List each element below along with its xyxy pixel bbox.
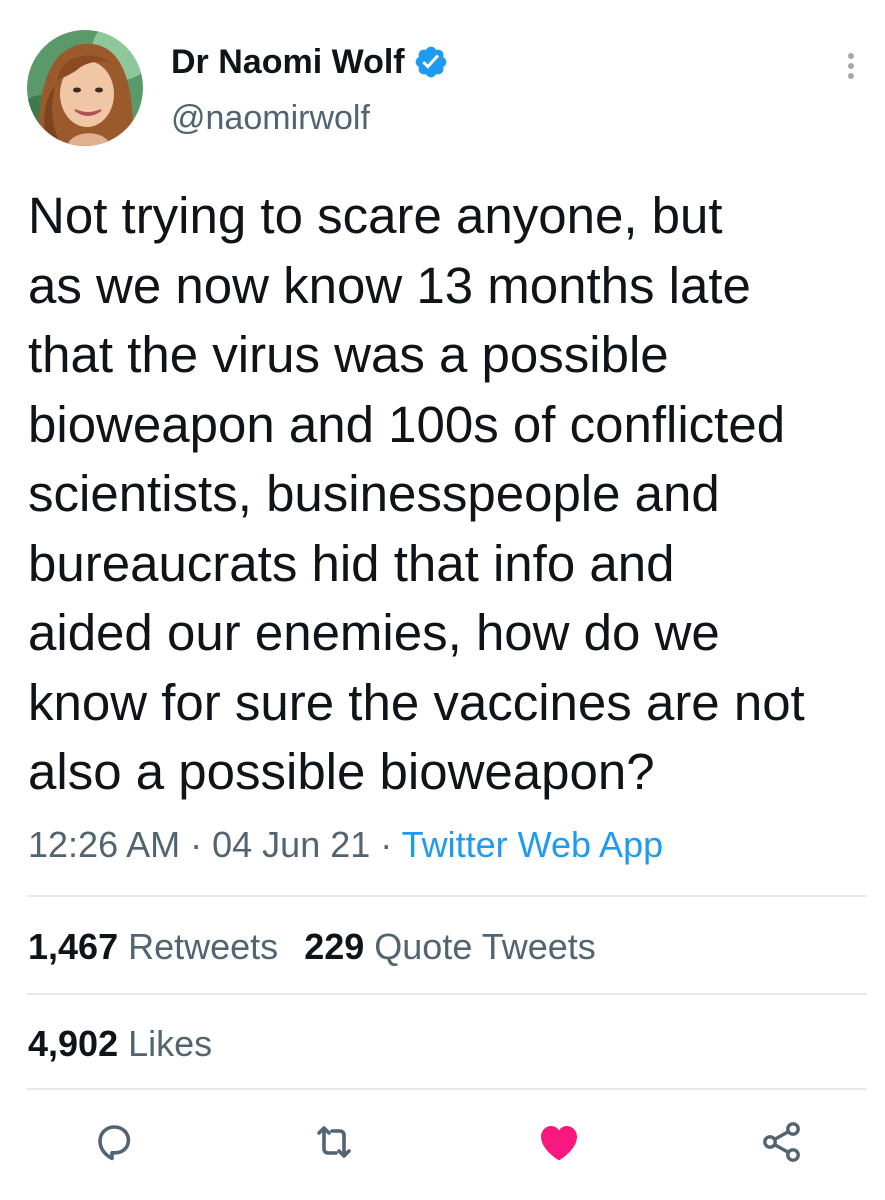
likes-stat[interactable]: 4,902 Likes [28, 1021, 212, 1067]
quote-tweets-stat[interactable]: 229 Quote Tweets [304, 926, 596, 967]
tweet-source-link[interactable]: Twitter Web App [402, 824, 663, 865]
likes-count: 4,902 [28, 1023, 119, 1064]
quote-tweets-label: Quote Tweets [374, 926, 596, 967]
reply-icon[interactable] [90, 1118, 138, 1166]
retweets-label: Retweets [128, 926, 279, 967]
engagement-stats-row: 1,467 Retweets 229 Quote Tweets [28, 924, 596, 970]
tweet-date[interactable]: 04 Jun 21 [212, 824, 370, 865]
quote-tweets-count: 229 [304, 926, 365, 967]
meta-separator: · [380, 824, 393, 865]
more-options-icon[interactable] [837, 48, 865, 84]
author-display-name[interactable]: Dr Naomi Wolf [171, 42, 449, 82]
verified-badge-icon [413, 44, 449, 80]
meta-separator: · [190, 824, 203, 865]
avatar[interactable] [27, 30, 143, 146]
tweet-text: Not trying to scare anyone, but as we no… [28, 187, 805, 800]
tweet-time[interactable]: 12:26 AM [28, 824, 180, 865]
retweets-stat[interactable]: 1,467 Retweets [28, 926, 278, 967]
divider [27, 1088, 867, 1090]
heart-icon[interactable] [535, 1118, 583, 1166]
share-icon[interactable] [758, 1118, 806, 1166]
tweet-card: Dr Naomi Wolf @naomirwolf Not trying to … [0, 0, 885, 1200]
avatar-image [27, 30, 143, 146]
author-name-text: Dr Naomi Wolf [171, 43, 405, 81]
author-handle[interactable]: @naomirwolf [171, 98, 370, 138]
retweet-icon[interactable] [310, 1118, 358, 1166]
divider [27, 895, 867, 897]
divider [27, 993, 867, 995]
tweet-meta: 12:26 AM · 04 Jun 21 · Twitter Web App [28, 822, 663, 868]
likes-label: Likes [128, 1023, 213, 1064]
retweets-count: 1,467 [28, 926, 119, 967]
